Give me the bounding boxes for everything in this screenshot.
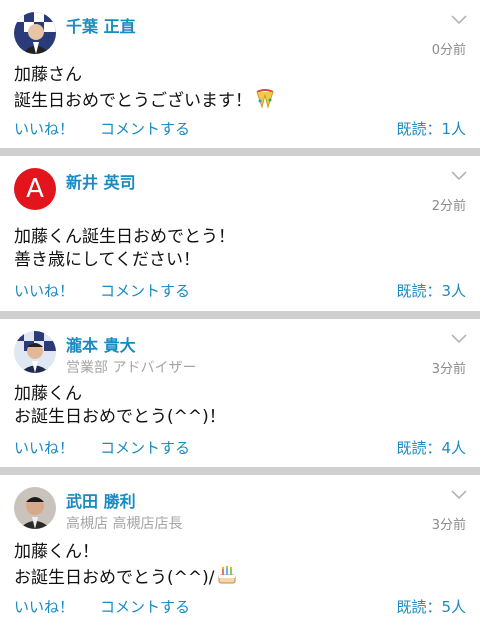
avatar[interactable] <box>14 331 56 373</box>
chevron-down-icon[interactable] <box>450 333 468 345</box>
author-name[interactable]: 武田 勝利 <box>66 488 136 512</box>
party-popper-icon <box>254 87 276 116</box>
post-separator <box>0 467 480 475</box>
author-name[interactable]: 千葉 正直 <box>66 13 136 37</box>
post-time: 2分前 <box>431 199 466 214</box>
post-text: 加藤さん 誕生日おめでとうございます！ <box>14 65 252 111</box>
comment-button[interactable]: コメントする <box>100 280 190 301</box>
post-separator <box>0 311 480 319</box>
author-subtitle: 営業部 アドバイザー <box>66 360 197 376</box>
avatar[interactable] <box>14 12 56 54</box>
timeline-feed: 千葉 正直 0分前 加藤さん 誕生日おめでとうございます！ いいね！ コメントす… <box>0 0 480 633</box>
post-time: 0分前 <box>431 43 466 58</box>
like-button[interactable]: いいね！ <box>14 118 74 139</box>
post-separator <box>0 148 480 156</box>
post-card: 千葉 正直 0分前 加藤さん 誕生日おめでとうございます！ いいね！ コメントす… <box>0 0 480 148</box>
post-actions: いいね！ コメントする 既読：5人 <box>14 596 466 620</box>
author-name[interactable]: 瀧本 貴大 <box>66 332 136 356</box>
post-text: 加藤くん！ お誕生日おめでとう(^^)/ <box>14 542 215 588</box>
post-body: 加藤くん お誕生日おめでとう(^^)！ <box>14 383 226 429</box>
post-body: 加藤くん誕生日おめでとう！ 善き歳にしてください！ <box>14 226 235 272</box>
post-actions: いいね！ コメントする 既読：3人 <box>14 280 466 304</box>
avatar[interactable] <box>14 487 56 529</box>
read-count[interactable]: 既読：3人 <box>396 280 466 301</box>
post-card: A 新井 英司 2分前 加藤くん誕生日おめでとう！ 善き歳にしてください！ いい… <box>0 156 480 311</box>
chevron-down-icon[interactable] <box>450 14 468 26</box>
post-actions: いいね！ コメントする 既読：1人 <box>14 118 466 142</box>
like-button[interactable]: いいね！ <box>14 280 74 301</box>
chevron-down-icon[interactable] <box>450 489 468 501</box>
post-text: 加藤くん お誕生日おめでとう(^^)！ <box>14 384 226 427</box>
author-name[interactable]: 新井 英司 <box>66 169 136 193</box>
post-actions: いいね！ コメントする 既読：4人 <box>14 437 466 461</box>
avatar-letter: A <box>26 174 44 204</box>
post-card: 武田 勝利 高槻店 高槻店店長 3分前 加藤くん！ お誕生日おめでとう(^^)/… <box>0 475 480 633</box>
post-body: 加藤くん！ お誕生日おめでとう(^^)/ <box>14 541 238 593</box>
post-time: 3分前 <box>431 362 466 377</box>
post-text: 加藤くん誕生日おめでとう！ 善き歳にしてください！ <box>14 227 235 270</box>
like-button[interactable]: いいね！ <box>14 596 74 617</box>
comment-button[interactable]: コメントする <box>100 118 190 139</box>
like-button[interactable]: いいね！ <box>14 437 74 458</box>
post-card: 瀧本 貴大 営業部 アドバイザー 3分前 加藤くん お誕生日おめでとう(^^)！… <box>0 319 480 467</box>
read-count[interactable]: 既読：5人 <box>396 596 466 617</box>
avatar[interactable]: A <box>14 168 56 210</box>
chevron-down-icon[interactable] <box>450 170 468 182</box>
comment-button[interactable]: コメントする <box>100 596 190 617</box>
read-count[interactable]: 既読：4人 <box>396 437 466 458</box>
post-body: 加藤さん 誕生日おめでとうございます！ <box>14 64 276 116</box>
birthday-cake-icon <box>216 564 238 593</box>
author-subtitle: 高槻店 高槻店店長 <box>66 516 183 532</box>
post-time: 3分前 <box>431 518 466 533</box>
comment-button[interactable]: コメントする <box>100 437 190 458</box>
read-count[interactable]: 既読：1人 <box>396 118 466 139</box>
